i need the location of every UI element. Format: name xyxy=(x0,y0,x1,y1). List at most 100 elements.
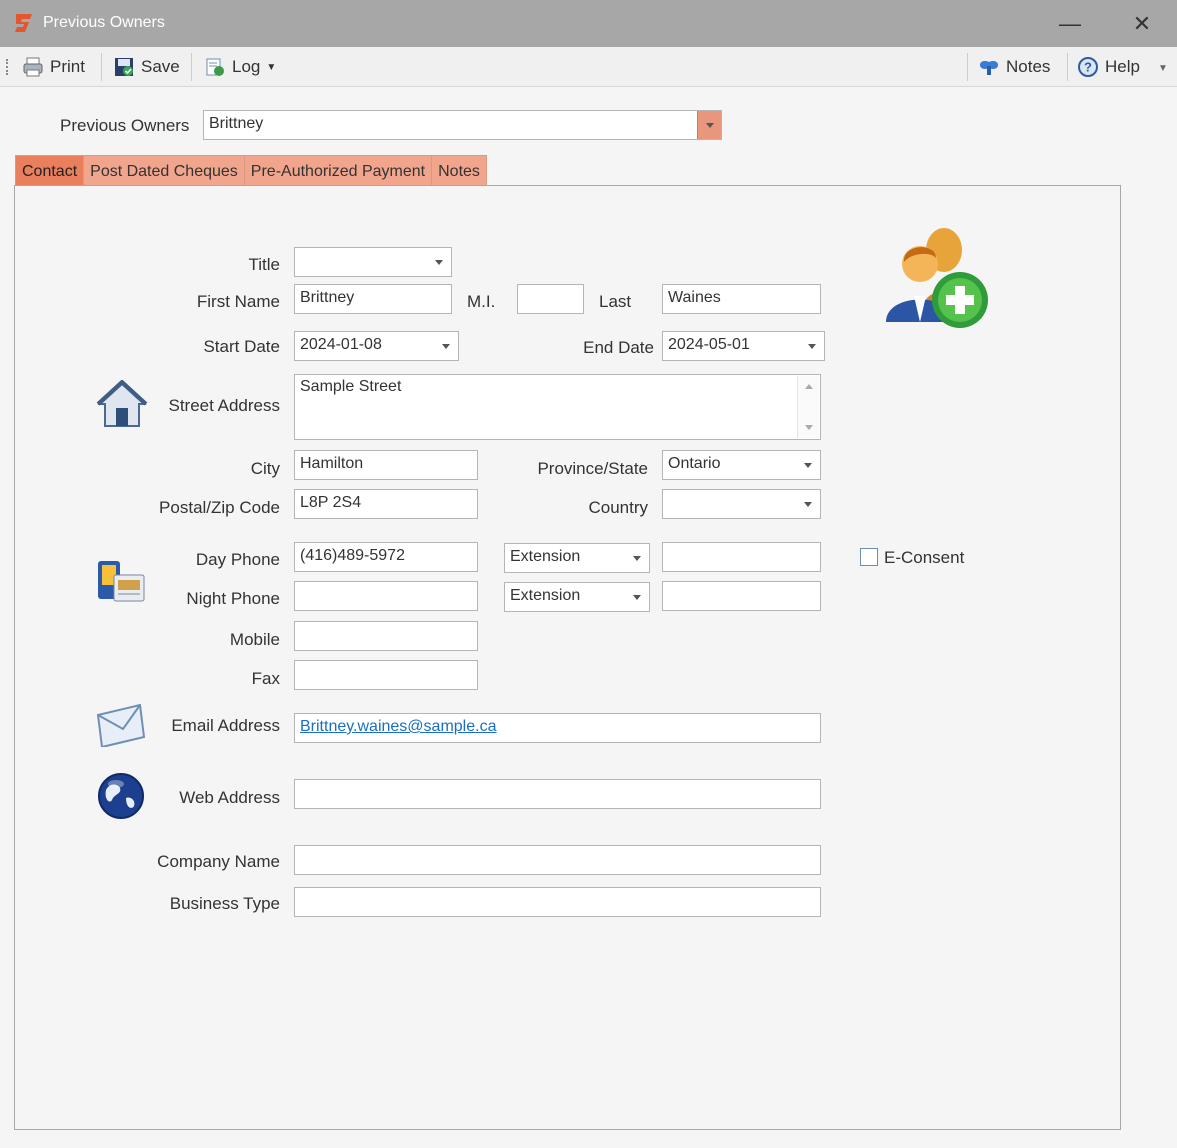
mi-field[interactable] xyxy=(517,284,584,314)
chevron-down-icon[interactable] xyxy=(625,544,649,572)
country-label: Country xyxy=(588,498,648,517)
title-bar: Previous Owners — ✕ xyxy=(0,0,1177,47)
toolbar-divider xyxy=(101,53,102,81)
company-name-field[interactable] xyxy=(294,845,821,875)
notes-button[interactable]: Notes xyxy=(978,52,1050,82)
day-phone-label: Day Phone xyxy=(195,550,280,569)
toolbar-divider xyxy=(967,53,968,81)
chevron-down-icon[interactable] xyxy=(800,332,824,360)
country-select[interactable] xyxy=(662,489,821,519)
email-link[interactable]: Brittney.waines@sample.ca xyxy=(300,718,496,735)
city-label: City xyxy=(250,459,280,478)
log-label: Log xyxy=(232,57,261,76)
chevron-down-icon: ▼ xyxy=(266,61,277,73)
add-contact-icon[interactable] xyxy=(882,222,992,334)
province-label: Province/State xyxy=(537,459,648,478)
night-phone-extension-field[interactable] xyxy=(662,581,821,611)
province-value: Ontario xyxy=(668,455,721,472)
minimize-button[interactable]: — xyxy=(1050,8,1090,40)
title-label: Title xyxy=(248,255,281,274)
night-phone-label: Night Phone xyxy=(186,589,280,608)
tab-notes[interactable]: Notes xyxy=(431,155,487,186)
e-consent-checkbox[interactable] xyxy=(860,548,878,566)
end-date-picker[interactable]: 2024-05-01 xyxy=(662,331,825,361)
city-field[interactable]: Hamilton xyxy=(294,450,478,480)
floppy-disk-icon xyxy=(115,58,133,76)
last-name-field[interactable]: Waines xyxy=(662,284,821,314)
close-button[interactable]: ✕ xyxy=(1122,8,1162,40)
print-label: Print xyxy=(50,57,85,76)
mobile-label: Mobile xyxy=(229,630,280,649)
day-phone-extension-select[interactable]: Extension xyxy=(504,543,650,573)
chevron-down-icon[interactable] xyxy=(796,490,820,518)
tab-strip: Contact Post Dated Cheques Pre-Authorize… xyxy=(15,155,487,186)
street-address-value: Sample Street xyxy=(300,378,402,395)
web-address-field[interactable] xyxy=(294,779,821,809)
toolbar-divider xyxy=(191,53,192,81)
start-date-picker[interactable]: 2024-01-08 xyxy=(294,331,459,361)
save-button[interactable]: Save xyxy=(113,52,180,82)
window-title: Previous Owners xyxy=(43,14,165,31)
log-button[interactable]: Log ▼ xyxy=(204,52,276,82)
end-date-label: End Date xyxy=(583,338,654,357)
night-phone-field[interactable] xyxy=(294,581,478,611)
province-select[interactable]: Ontario xyxy=(662,450,821,480)
chevron-down-icon[interactable] xyxy=(625,583,649,611)
tab-contact[interactable]: Contact xyxy=(15,155,85,186)
help-button[interactable]: ? Help xyxy=(1077,52,1140,82)
toolbar-divider xyxy=(1067,53,1068,81)
mobile-field[interactable] xyxy=(294,621,478,651)
last-name-label: Last xyxy=(599,292,632,311)
fax-label: Fax xyxy=(251,669,280,688)
postal-code-label: Postal/Zip Code xyxy=(159,498,280,517)
night-phone-extension-select[interactable]: Extension xyxy=(504,582,650,612)
notes-icon xyxy=(980,61,998,75)
svg-text:?: ? xyxy=(1084,60,1092,75)
chevron-down-icon[interactable] xyxy=(697,111,721,139)
street-address-scrollbar[interactable] xyxy=(797,376,819,438)
chevron-down-icon[interactable] xyxy=(434,332,458,360)
day-phone-field[interactable]: (416)489-5972 xyxy=(294,542,478,572)
house-icon xyxy=(96,380,148,427)
chevron-down-icon[interactable] xyxy=(796,451,820,479)
day-phone-extension-type: Extension xyxy=(510,548,581,565)
chevron-down-icon[interactable] xyxy=(427,248,451,276)
tab-pre-authorized-payment[interactable]: Pre-Authorized Payment xyxy=(243,155,433,186)
previous-owners-value: Brittney xyxy=(209,115,264,132)
end-date-value: 2024-05-01 xyxy=(668,336,750,353)
previous-owners-label: Previous Owners xyxy=(60,116,190,135)
scroll-down-icon[interactable] xyxy=(802,421,815,434)
help-label: Help xyxy=(1105,57,1140,76)
mi-label: M.I. xyxy=(467,292,496,311)
title-select[interactable] xyxy=(294,247,452,277)
toolbar-grip[interactable] xyxy=(6,59,9,75)
night-phone-extension-type: Extension xyxy=(510,587,581,604)
toolbar: Print Save Log ▼ Notes ? Help ▼ xyxy=(0,47,1177,87)
first-name-label: First Name xyxy=(196,292,280,311)
business-type-field[interactable] xyxy=(294,887,821,917)
web-address-label: Web Address xyxy=(179,788,280,807)
previous-owners-select[interactable]: Brittney xyxy=(203,110,722,140)
day-phone-extension-field[interactable] xyxy=(662,542,821,572)
street-address-field[interactable]: Sample Street xyxy=(294,374,821,440)
print-button[interactable]: Print xyxy=(22,52,85,82)
start-date-label: Start Date xyxy=(203,337,280,356)
save-label: Save xyxy=(141,57,180,76)
start-date-value: 2024-01-08 xyxy=(300,336,382,353)
postal-code-field[interactable]: L8P 2S4 xyxy=(294,489,478,519)
email-field[interactable]: Brittney.waines@sample.ca xyxy=(294,713,821,743)
help-icon: ? xyxy=(1078,57,1098,77)
tab-post-dated-cheques[interactable]: Post Dated Cheques xyxy=(83,155,245,186)
scroll-up-icon[interactable] xyxy=(802,380,815,393)
fax-field[interactable] xyxy=(294,660,478,690)
company-name-label: Company Name xyxy=(157,852,280,871)
printer-icon xyxy=(23,57,43,77)
e-consent-label: E-Consent xyxy=(884,548,965,567)
phone-icon xyxy=(98,561,145,602)
toolbar-overflow-chevron-icon[interactable]: ▼ xyxy=(1158,63,1168,74)
email-label: Email Address xyxy=(171,716,280,735)
envelope-icon xyxy=(96,703,146,747)
globe-icon xyxy=(98,773,144,819)
street-address-label: Street Address xyxy=(168,396,280,415)
first-name-field[interactable]: Brittney xyxy=(294,284,452,314)
